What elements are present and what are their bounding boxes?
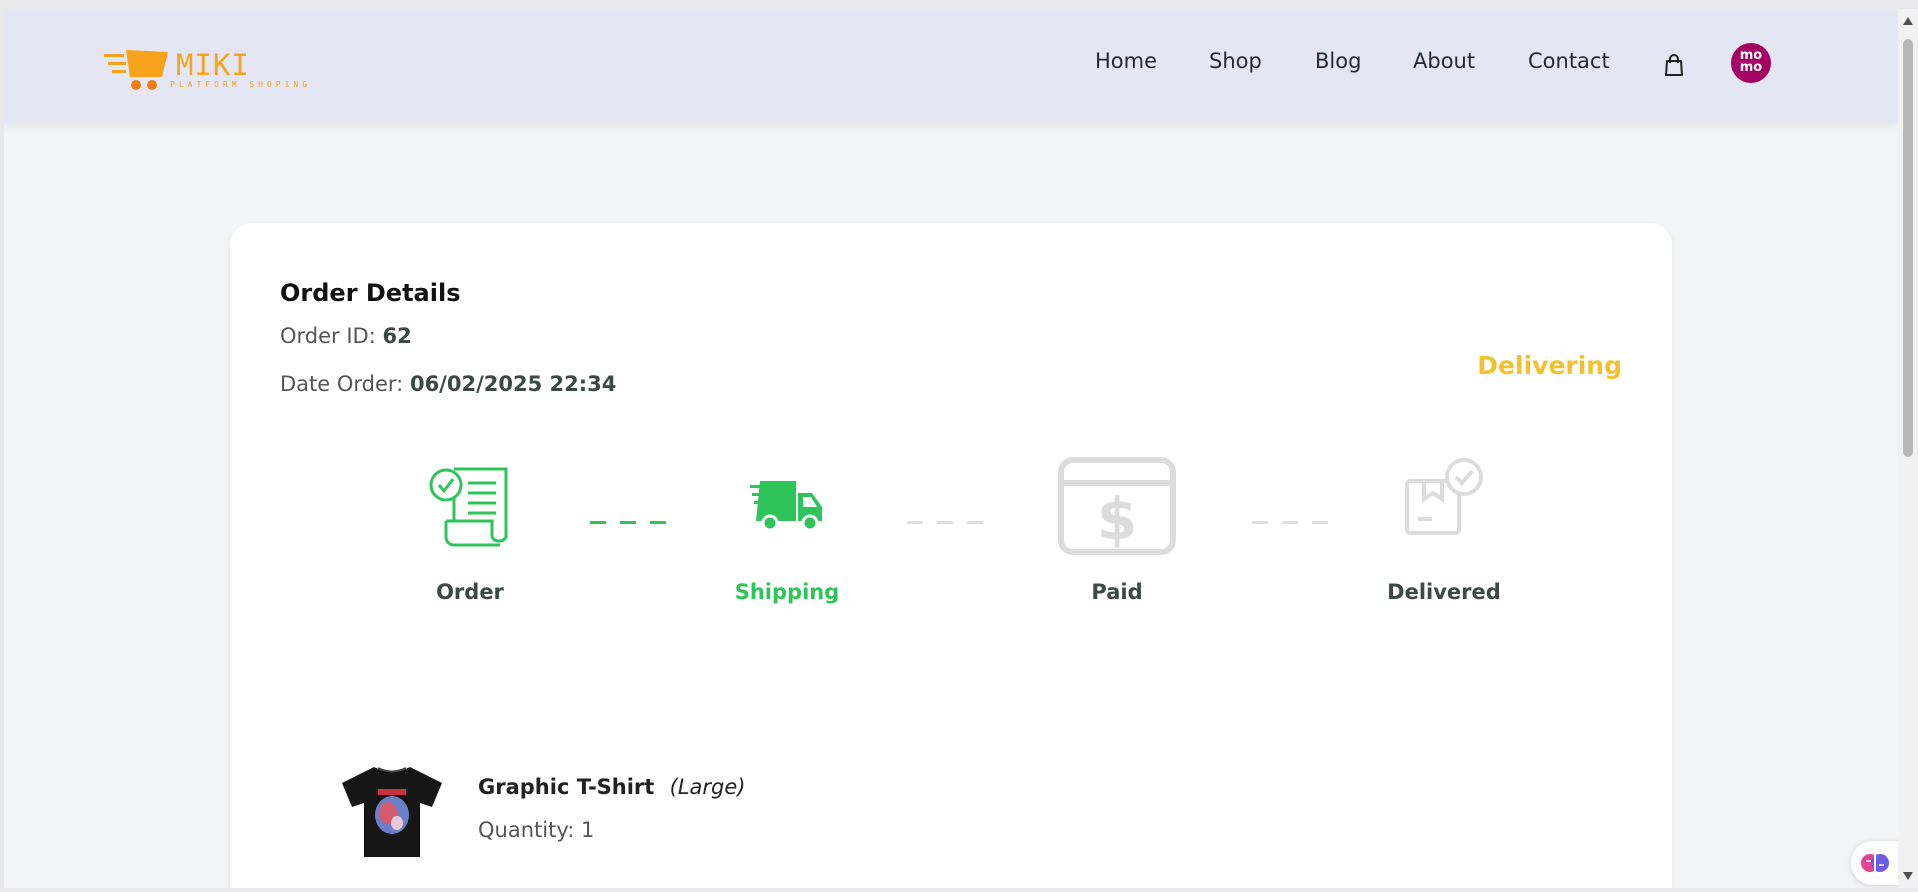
nav-blog[interactable]: Blog [1315, 49, 1361, 73]
nav-home[interactable]: Home [1095, 49, 1157, 73]
item-quantity: Quantity: 1 [478, 818, 595, 842]
step-paid-label: Paid [1091, 580, 1143, 604]
shopping-bag-icon[interactable] [1663, 53, 1685, 77]
order-id-row: Order ID: 62 [280, 324, 412, 348]
order-details-card: Order Details Order ID: 62 Date Order: 0… [230, 223, 1672, 888]
order-date-row: Date Order: 06/02/2025 22:34 [280, 372, 616, 396]
browser-viewport: MIKI PLATFORM SHOPING Home Shop Blog Abo… [4, 9, 1898, 888]
receipt-check-icon [428, 463, 512, 549]
item-name: Graphic T-Shirt [478, 775, 655, 799]
order-date-label: Date Order: [280, 372, 404, 396]
tshirt-image[interactable] [340, 765, 444, 859]
extension-floating-button[interactable] [1851, 841, 1898, 885]
order-id-value: 62 [382, 324, 412, 348]
item-size: (Large) [669, 775, 746, 799]
item-name-row: Graphic T-Shirt (Large) [478, 775, 745, 799]
order-details-title: Order Details [280, 279, 461, 307]
page-scrollbar[interactable] [1898, 9, 1918, 888]
brand-name: MIKI [176, 48, 250, 82]
nav-shop[interactable]: Shop [1209, 49, 1262, 73]
order-status-badge: Delivering [1477, 351, 1622, 380]
nav-contact[interactable]: Contact [1528, 49, 1610, 73]
dollar-card-icon: $ [1058, 457, 1176, 555]
step-connector-1 [590, 521, 666, 524]
delivery-truck-icon [750, 479, 824, 533]
step-delivered-label: Delivered [1387, 580, 1501, 604]
step-order-label: Order [436, 580, 504, 604]
order-id-label: Order ID: [280, 324, 376, 348]
scroll-down-arrow-icon[interactable] [1902, 871, 1914, 881]
scrollbar-thumb[interactable] [1903, 39, 1913, 457]
step-connector-2 [907, 521, 983, 524]
momo-badge-line2: mo [1739, 60, 1763, 75]
step-connector-3 [1252, 521, 1328, 524]
brand-tagline: PLATFORM SHOPING [170, 80, 312, 89]
order-date-value: 06/02/2025 22:34 [409, 372, 617, 396]
package-check-icon [1402, 457, 1486, 537]
brand-logo[interactable]: MIKI PLATFORM SHOPING [104, 45, 324, 95]
momo-payment-badge[interactable]: mo mo [1731, 43, 1771, 83]
cart-logo-icon [104, 50, 168, 90]
top-navbar: MIKI PLATFORM SHOPING Home Shop Blog Abo… [4, 9, 1898, 123]
scroll-up-arrow-icon[interactable] [1902, 16, 1914, 26]
svg-text:$: $ [1097, 485, 1137, 553]
step-shipping-label: Shipping [734, 580, 840, 604]
nav-about[interactable]: About [1413, 49, 1475, 73]
brain-icon [1861, 854, 1889, 872]
